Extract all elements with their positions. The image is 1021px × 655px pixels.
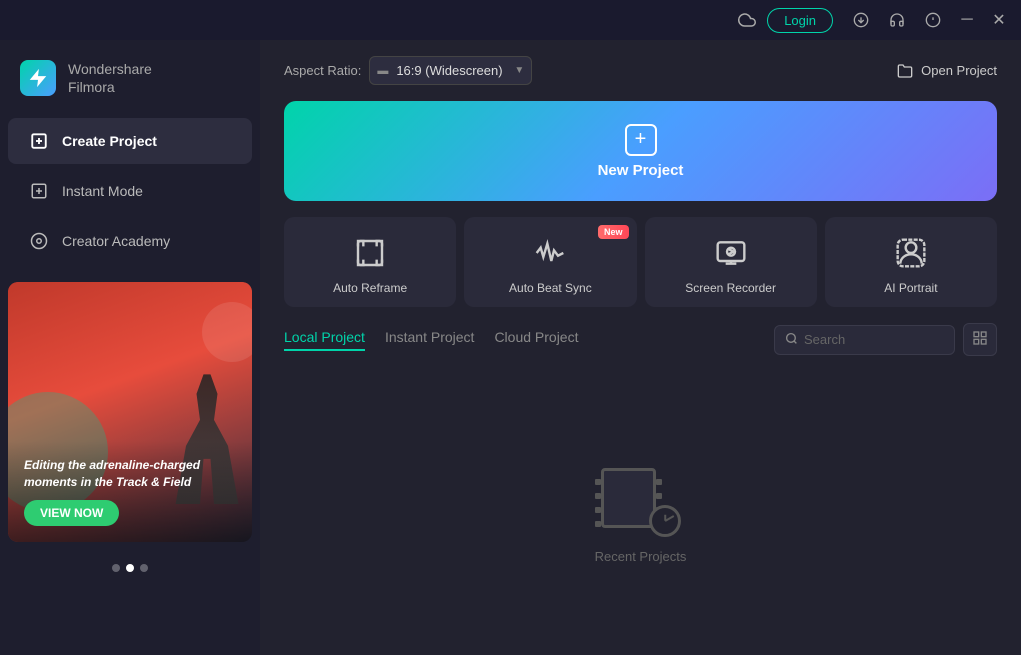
banner-dots [0, 558, 260, 578]
clock-icon [649, 505, 681, 537]
banner-text: Editing the adrenaline-charged moments i… [24, 457, 236, 491]
instant-mode-label: Instant Mode [62, 183, 143, 199]
minimize-button[interactable]: ─ [953, 6, 981, 34]
create-project-label: Create Project [62, 133, 157, 149]
new-project-plus-icon: + [625, 124, 657, 156]
projects-tabs-bar: Local Project Instant Project Cloud Proj… [284, 323, 997, 356]
create-project-icon [28, 130, 50, 152]
search-box [774, 325, 955, 355]
instant-mode-icon [28, 180, 50, 202]
auto-reframe-label: Auto Reframe [333, 281, 407, 295]
sidebar-item-create-project[interactable]: Create Project [8, 118, 252, 164]
tab-cloud-project[interactable]: Cloud Project [494, 329, 578, 351]
main-area: Wondershare Filmora Create Project Insta… [0, 40, 1021, 655]
film-strip-icon [601, 468, 656, 528]
app-logo [20, 60, 56, 96]
new-project-banner[interactable]: + New Project [284, 101, 997, 201]
aspect-ratio-selector: Aspect Ratio: ▬ 16:9 (Widescreen) 4:3 1:… [284, 56, 532, 85]
recent-projects-icon [601, 463, 681, 533]
clock-hand-short [664, 515, 666, 521]
close-button close[interactable]: ✕ [985, 6, 1013, 34]
aspect-ratio-select[interactable]: 16:9 (Widescreen) 4:3 1:1 9:16 21:9 [369, 56, 532, 85]
tool-card-screen-recorder[interactable]: Screen Recorder [645, 217, 817, 307]
new-project-label: New Project [598, 162, 684, 179]
info-icon[interactable] [917, 4, 949, 36]
sidebar-item-instant-mode[interactable]: Instant Mode [8, 168, 252, 214]
content-area: Aspect Ratio: ▬ 16:9 (Widescreen) 4:3 1:… [260, 40, 1021, 655]
grid-toggle-button[interactable] [963, 323, 997, 356]
auto-beat-sync-icon [530, 233, 570, 273]
dot-2[interactable] [126, 564, 134, 572]
ai-portrait-icon [891, 233, 931, 273]
tab-local-project[interactable]: Local Project [284, 329, 365, 351]
banner-overlay: Editing the adrenaline-charged moments i… [8, 441, 252, 543]
titlebar: Login ─ ✕ [0, 0, 1021, 40]
screen-recorder-label: Screen Recorder [685, 281, 776, 295]
creator-academy-label: Creator Academy [62, 233, 170, 249]
open-project-button[interactable]: Open Project [897, 63, 997, 79]
new-badge: New [598, 225, 629, 239]
auto-reframe-icon [350, 233, 390, 273]
aspect-ratio-label: Aspect Ratio: [284, 63, 361, 78]
dot-3[interactable] [140, 564, 148, 572]
tool-card-auto-reframe[interactable]: Auto Reframe [284, 217, 456, 307]
creator-academy-icon [28, 230, 50, 252]
auto-beat-sync-label: Auto Beat Sync [509, 281, 592, 295]
aspect-ratio-icon: ▬ [377, 65, 388, 77]
recent-projects-label: Recent Projects [595, 549, 687, 564]
logo-area: Wondershare Filmora [0, 48, 260, 116]
tool-card-auto-beat-sync[interactable]: New Auto Beat Sync [464, 217, 636, 307]
projects-empty: Recent Projects [284, 372, 997, 655]
view-now-button[interactable]: VIEW NOW [24, 500, 119, 526]
projects-section: Local Project Instant Project Cloud Proj… [260, 323, 1021, 655]
content-topbar: Aspect Ratio: ▬ 16:9 (Widescreen) 4:3 1:… [260, 40, 1021, 101]
new-project-inner: + New Project [598, 124, 684, 179]
sidebar-banner: Editing the adrenaline-charged moments i… [8, 282, 252, 542]
search-icon [785, 332, 798, 348]
dot-1[interactable] [112, 564, 120, 572]
search-input[interactable] [804, 332, 944, 347]
aspect-ratio-dropdown-wrap: ▬ 16:9 (Widescreen) 4:3 1:1 9:16 21:9 ▼ [369, 56, 532, 85]
projects-tabs: Local Project Instant Project Cloud Proj… [284, 329, 578, 351]
tool-cards: Auto Reframe New Auto Beat Sync Screen R… [260, 217, 1021, 323]
screen-recorder-icon [711, 233, 751, 273]
folder-icon [897, 63, 913, 79]
tab-instant-project[interactable]: Instant Project [385, 329, 475, 351]
sidebar-item-creator-academy[interactable]: Creator Academy [8, 218, 252, 264]
tool-card-ai-portrait[interactable]: AI Portrait [825, 217, 997, 307]
projects-toolbar [774, 323, 997, 356]
ai-portrait-label: AI Portrait [884, 281, 937, 295]
download-icon[interactable] [845, 4, 877, 36]
cloud-icon[interactable] [731, 4, 763, 36]
open-project-label: Open Project [921, 63, 997, 78]
sidebar: Wondershare Filmora Create Project Insta… [0, 40, 260, 655]
headphones-icon[interactable] [881, 4, 913, 36]
app-name: Wondershare Filmora [68, 60, 152, 96]
login-button[interactable]: Login [767, 8, 833, 33]
